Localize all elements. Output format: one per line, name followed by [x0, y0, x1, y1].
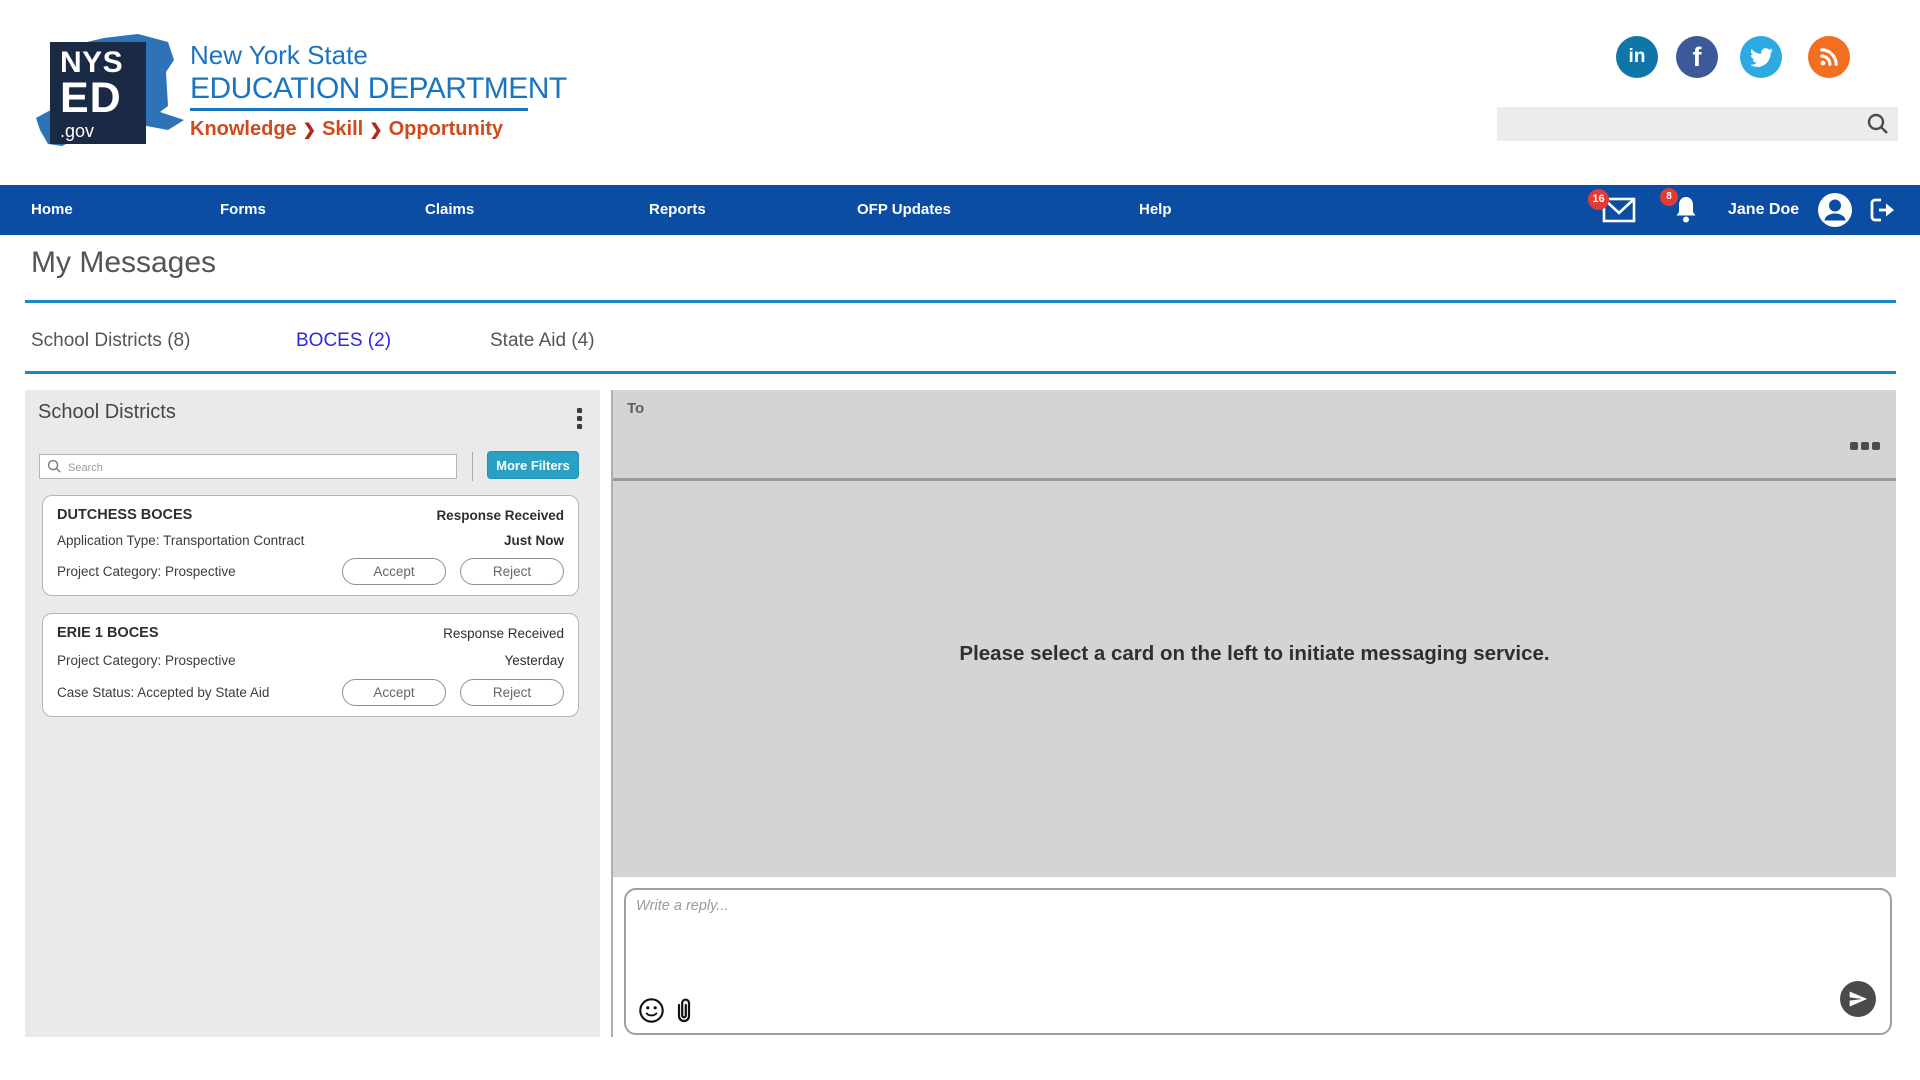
thread-header-divider: [613, 478, 1896, 481]
header-search: [1497, 107, 1898, 141]
main-navbar: Home Forms Claims Reports OFP Updates He…: [0, 185, 1920, 235]
facebook-glyph: f: [1693, 42, 1702, 73]
page-title: My Messages: [31, 246, 216, 280]
messages-envelope-icon[interactable]: 16: [1602, 197, 1636, 228]
site-header: NYS ED .gov New York State EDUCATION DEP…: [0, 0, 1920, 185]
card-timestamp: Just Now: [504, 533, 564, 548]
facebook-icon[interactable]: f: [1676, 36, 1718, 78]
message-card-dutchess-boces[interactable]: DUTCHESS BOCES Response Received Applica…: [42, 495, 579, 596]
panel-search-input[interactable]: [68, 460, 456, 474]
search-icon: [47, 459, 62, 474]
nav-item-reports[interactable]: Reports: [649, 185, 706, 235]
nav-item-home[interactable]: Home: [31, 185, 73, 235]
reject-button[interactable]: Reject: [460, 679, 564, 706]
title-divider: [25, 300, 1896, 303]
tagline-knowledge: Knowledge: [190, 118, 297, 140]
nysed-app: NYS ED .gov New York State EDUCATION DEP…: [0, 0, 1920, 1080]
reject-button[interactable]: Reject: [460, 558, 564, 585]
panel-title: School Districts: [38, 401, 176, 424]
card-title: DUTCHESS BOCES: [57, 507, 192, 523]
accept-button[interactable]: Accept: [342, 558, 446, 585]
nav-item-forms[interactable]: Forms: [220, 185, 266, 235]
reply-composer: [624, 888, 1892, 1035]
emoji-icon[interactable]: [638, 997, 665, 1024]
card-detail-1: Application Type: Transportation Contrac…: [57, 533, 304, 548]
twitter-icon[interactable]: [1740, 36, 1782, 78]
user-name: Jane Doe: [1728, 185, 1799, 235]
card-detail-2: Project Category: Prospective: [57, 564, 236, 579]
nav-item-ofp-updates[interactable]: OFP Updates: [857, 185, 951, 235]
tab-boces[interactable]: BOCES (2): [296, 330, 391, 352]
attachment-paperclip-icon[interactable]: [674, 996, 694, 1024]
message-thread-panel: To Please select a card on the left to i…: [613, 390, 1896, 877]
search-filter-divider: [472, 452, 473, 481]
tab-state-aid[interactable]: State Aid (4): [490, 330, 595, 352]
notifications-count-badge: 8: [1660, 188, 1678, 206]
conversation-list-panel: School Districts More Filters DUTCHESS B…: [25, 390, 600, 1037]
card-timestamp: Yesterday: [504, 653, 564, 668]
brand-underline: [190, 108, 528, 111]
linkedin-glyph: in: [1629, 46, 1646, 68]
chevron-icon: ❯: [297, 122, 322, 139]
more-filters-button[interactable]: More Filters: [487, 451, 579, 479]
tabs-divider: [25, 371, 1896, 374]
account-icon[interactable]: [1818, 193, 1852, 227]
logo-ed-text: ED: [60, 79, 146, 119]
nav-item-claims[interactable]: Claims: [425, 185, 474, 235]
notifications-bell-icon[interactable]: 8: [1672, 194, 1700, 231]
panel-search: [39, 454, 457, 479]
reply-input[interactable]: [636, 898, 1786, 993]
card-status: Response Received: [436, 508, 564, 523]
card-status: Response Received: [443, 626, 564, 641]
linkedin-icon[interactable]: in: [1616, 36, 1658, 78]
send-button[interactable]: [1840, 981, 1876, 1017]
thread-options-icon[interactable]: [1850, 442, 1880, 450]
sign-out-icon[interactable]: [1868, 197, 1896, 228]
empty-state-message: Please select a card on the left to init…: [613, 642, 1896, 666]
tagline-skill: Skill: [322, 118, 363, 140]
to-label: To: [627, 400, 644, 417]
card-detail-1: Project Category: Prospective: [57, 653, 236, 668]
message-card-erie-1-boces[interactable]: ERIE 1 BOCES Response Received Project C…: [42, 613, 579, 717]
messages-count-badge: 16: [1588, 189, 1609, 210]
brand-name-line2: EDUCATION DEPARTMENT: [190, 72, 567, 106]
kebab-menu-icon[interactable]: [577, 408, 582, 432]
search-icon[interactable]: [1866, 112, 1890, 136]
card-title: ERIE 1 BOCES: [57, 625, 159, 641]
accept-button[interactable]: Accept: [342, 679, 446, 706]
nav-item-help[interactable]: Help: [1139, 185, 1172, 235]
rss-icon[interactable]: [1808, 36, 1850, 78]
tagline-opportunity: Opportunity: [389, 118, 503, 140]
brand-name-line1: New York State: [190, 40, 368, 71]
chevron-icon: ❯: [363, 122, 388, 139]
nysed-logo: NYS ED .gov: [50, 42, 146, 144]
tab-school-districts[interactable]: School Districts (8): [31, 330, 190, 352]
header-search-input[interactable]: [1497, 107, 1866, 141]
logo-gov-text: .gov: [60, 121, 146, 142]
card-detail-2: Case Status: Accepted by State Aid: [57, 685, 269, 700]
brand-tagline: Knowledge❯Skill❯Opportunity: [190, 118, 503, 141]
